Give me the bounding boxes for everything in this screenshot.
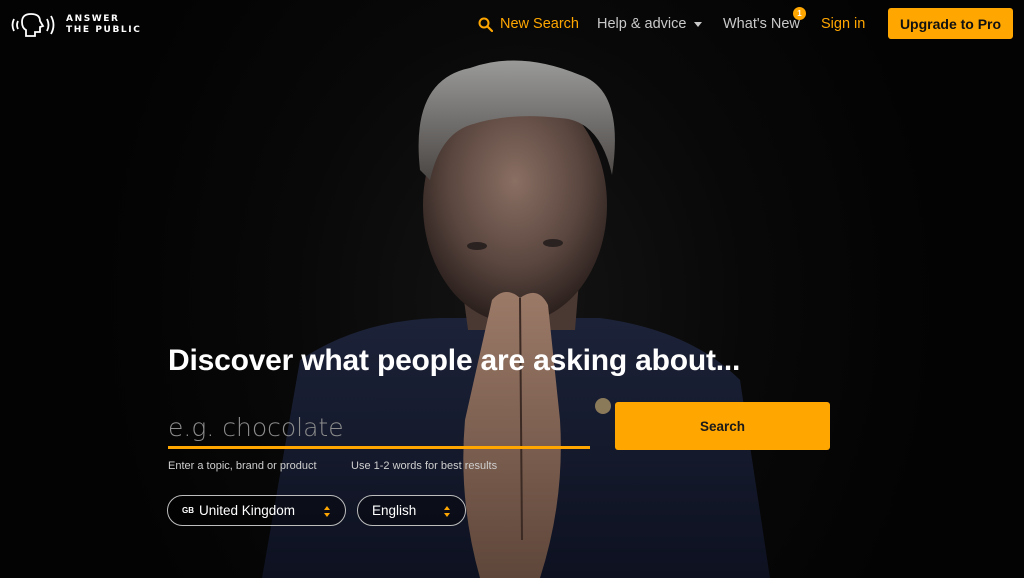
sign-in-link[interactable]: Sign in (821, 0, 865, 48)
help-advice-dropdown[interactable]: Help & advice (597, 0, 703, 48)
search-button[interactable]: Search (615, 402, 830, 450)
hint-words: Use 1-2 words for best results (351, 460, 498, 472)
new-search-label: New Search (500, 16, 579, 32)
logo-line-1: ANSWER (66, 14, 120, 24)
top-nav-bar: ANSWER THE PUBLIC New Search Help & advi… (0, 0, 1024, 48)
language-value: English (372, 503, 417, 518)
whats-new-link[interactable]: What's New (723, 0, 800, 48)
country-value: United Kingdom (199, 503, 296, 518)
notification-badge: 1 (793, 7, 806, 20)
logo-text: ANSWER THE PUBLIC (66, 14, 141, 36)
hint-topic: Enter a topic, brand or product (168, 460, 317, 472)
search-input[interactable] (168, 408, 590, 449)
country-code: GB (182, 506, 194, 515)
hero-background-image (0, 0, 1024, 578)
up-down-arrows-icon (324, 506, 331, 517)
chevron-down-icon (694, 21, 703, 27)
up-down-arrows-icon (444, 506, 451, 517)
language-select[interactable]: English (357, 495, 466, 526)
search-icon (478, 17, 493, 32)
new-search-link[interactable]: New Search (478, 0, 579, 48)
logo-line-2: THE PUBLIC (66, 25, 142, 35)
upgrade-to-pro-button[interactable]: Upgrade to Pro (888, 8, 1013, 39)
help-advice-label: Help & advice (597, 16, 687, 32)
whats-new-label: What's New (723, 16, 800, 32)
speaking-head-icon (11, 13, 55, 37)
country-select[interactable]: GB United Kingdom (167, 495, 346, 526)
page-headline: Discover what people are asking about... (168, 344, 741, 377)
logo[interactable]: ANSWER THE PUBLIC (10, 10, 141, 40)
